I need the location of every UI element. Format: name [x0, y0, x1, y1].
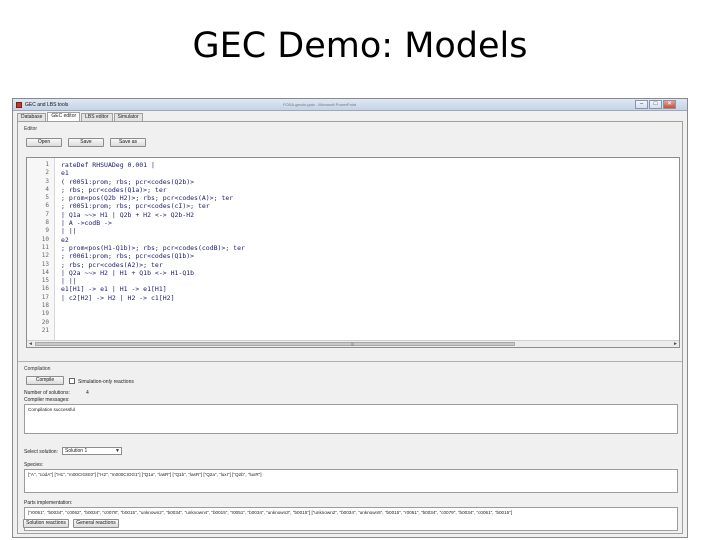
code-line[interactable]: ; r0051:prom; rbs; pcr<codes(cI)>; ter: [61, 202, 673, 210]
close-button[interactable]: ✕: [663, 100, 676, 109]
save-as-button[interactable]: Save as: [110, 138, 146, 147]
tab-strip: Database GEC editor LBS editor Simulator: [17, 112, 144, 121]
maximize-button[interactable]: □: [649, 100, 662, 109]
line-number: 3: [45, 177, 49, 185]
line-number: 2: [45, 169, 49, 177]
line-number: 10: [41, 235, 49, 243]
line-numbers: 1 2 3 4 5 6 7 8 9 10 11 12 13 14 15 16 17 18 19 20 21: [31, 161, 49, 335]
code-line[interactable]: ; rbs; pcr<codes(A2)>; ter: [61, 261, 673, 269]
tab-simulator[interactable]: Simulator: [113, 113, 143, 121]
parts-implementation-box[interactable]: ["r0051", "b0034", "c0062", "b0034", "c0…: [24, 507, 678, 531]
code-line[interactable]: ; prom<pos(Q2b H2)>; rbs; pcr<codes(A)>;…: [61, 194, 673, 202]
species-label: Species:: [24, 462, 44, 468]
code-text[interactable]: rateDef RHSUADeg 0.001 | e1( r0051:prom; …: [61, 161, 673, 302]
simulation-only-label: Simulation-only reactions: [78, 379, 134, 385]
number-of-solutions-label: Number of solutions:: [24, 390, 70, 396]
slide-title: GEC Demo: Models: [192, 26, 528, 66]
solution-select[interactable]: Solution 1 ▼: [62, 447, 122, 455]
gec-editor-panel: Editor Open Save Save as 1 2 3 4 5 6 7 8 9 10 11 12…: [17, 121, 683, 534]
scrollbar-thumb[interactable]: [35, 342, 515, 346]
code-line[interactable]: rateDef RHSUADeg 0.001 |: [61, 161, 673, 169]
scroll-right-icon[interactable]: ►: [673, 341, 678, 347]
line-number: 6: [45, 202, 49, 210]
compiler-messages-label: Compiler messages:: [24, 397, 70, 403]
select-solution-label: Select solution:: [24, 449, 58, 455]
code-line[interactable]: | ||: [61, 277, 673, 285]
tab-database[interactable]: Database: [17, 113, 47, 121]
tab-gec-editor[interactable]: GEC editor: [47, 112, 81, 121]
window-title: GEC and LBS tools: [25, 102, 69, 108]
code-line[interactable]: | ||: [61, 227, 673, 235]
line-number: 16: [41, 285, 49, 293]
line-number: 11: [41, 243, 49, 251]
window-caption: FOSA-gecdo.pptx - Microsoft PowerPoint: [283, 102, 357, 107]
line-number: 15: [41, 277, 49, 285]
number-of-solutions-value: 4: [86, 390, 89, 396]
line-number: 18: [41, 302, 49, 310]
line-number: 8: [45, 219, 49, 227]
compilation-section-label: Compilation: [24, 366, 51, 372]
app-icon: [16, 102, 22, 108]
line-number: 21: [41, 326, 49, 334]
minimize-button[interactable]: –: [635, 100, 648, 109]
code-line[interactable]: ; rbs; pcr<codes(Q1a)>; ter: [61, 186, 673, 194]
compile-button[interactable]: Compile: [26, 376, 64, 385]
solution-reactions-button[interactable]: Solution reactions: [23, 519, 69, 528]
line-number: 12: [41, 252, 49, 260]
line-number: 7: [45, 210, 49, 218]
code-line[interactable]: | c2[H2] -> H2 | H2 -> c1[H2]: [61, 294, 673, 302]
compiler-messages-box[interactable]: Compilation successful: [24, 404, 678, 434]
code-line[interactable]: ; prom<pos(H1-Q1b)>; rbs; pcr<codes(codB…: [61, 244, 673, 252]
general-reactions-button[interactable]: General reactions: [73, 519, 119, 528]
line-number: 20: [41, 318, 49, 326]
editor-section-label: Editor: [24, 126, 38, 132]
line-number: 14: [41, 268, 49, 276]
horizontal-scrollbar[interactable]: ◄ ||| ►: [27, 340, 679, 347]
scrollbar-grip-icon: |||: [351, 341, 355, 346]
simulation-only-checkbox[interactable]: [69, 378, 75, 384]
code-line[interactable]: | A ->codB ->: [61, 219, 673, 227]
title-bar[interactable]: GEC and LBS tools FOSA-gecdo.pptx - Micr…: [13, 99, 687, 111]
code-line[interactable]: ; r0061:prom; rbs; pcr<codes(Q1b)>: [61, 252, 673, 260]
line-number: 19: [41, 310, 49, 318]
chevron-down-icon[interactable]: ▼: [115, 448, 120, 454]
scroll-left-icon[interactable]: ◄: [28, 341, 33, 347]
save-button[interactable]: Save: [68, 138, 104, 147]
line-number: 13: [41, 260, 49, 268]
solution-select-value: Solution 1: [65, 448, 88, 454]
line-number: 9: [45, 227, 49, 235]
code-line[interactable]: e2: [61, 236, 673, 244]
app-window: GEC and LBS tools FOSA-gecdo.pptx - Micr…: [12, 98, 688, 538]
line-number: 17: [41, 293, 49, 301]
code-line[interactable]: | Q1a ~~> H1 | Q2b + H2 <-> Q2b-H2: [61, 211, 673, 219]
line-number: 1: [45, 161, 49, 168]
parts-implementation-label: Parts implementation:: [24, 500, 73, 506]
code-line[interactable]: e1[H1] -> e1 | H1 -> e1[H1]: [61, 285, 673, 293]
code-line[interactable]: ( r0051:prom; rbs; pcr<codes(Q2b)>: [61, 178, 673, 186]
section-divider: [18, 361, 682, 362]
line-number: 4: [45, 185, 49, 193]
code-line[interactable]: e1: [61, 169, 673, 177]
code-line[interactable]: | Q2a ~~> H2 | H1 + Q1b <-> H1-Q1b: [61, 269, 673, 277]
code-editor[interactable]: 1 2 3 4 5 6 7 8 9 10 11 12 13 14 15 16 17 18 19 20 21 rateDe…: [26, 157, 680, 348]
line-number: 5: [45, 194, 49, 202]
species-box[interactable]: ["A", "codA"] ["H1", "m00CIGIE0"] ["H2",…: [24, 469, 678, 493]
line-number-gutter: 1 2 3 4 5 6 7 8 9 10 11 12 13 14 15 16 17 18 19 20 21: [27, 158, 55, 341]
open-button[interactable]: Open: [26, 138, 62, 147]
tab-lbs-editor[interactable]: LBS editor: [81, 113, 113, 121]
